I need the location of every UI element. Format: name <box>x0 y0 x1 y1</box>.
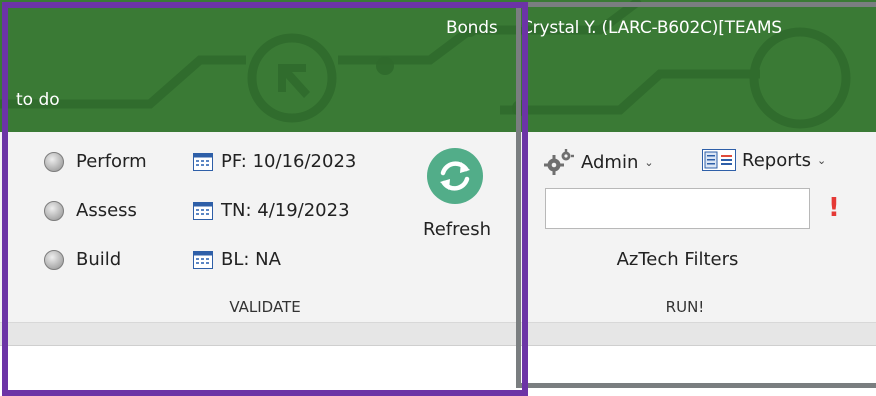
radio-label: Build <box>76 249 122 270</box>
radio-perform[interactable]: Perform <box>44 151 147 172</box>
radio-circle-icon <box>44 249 64 270</box>
date-pf[interactable]: PF: 10/16/2023 <box>193 151 356 172</box>
calendar-icon <box>193 201 213 220</box>
group-label-validate: VALIDATE <box>229 298 301 316</box>
date-label: TN: 4/19/2023 <box>221 200 350 221</box>
user-name-prefix: Bonds <box>446 18 498 38</box>
ribbon-footer-bar <box>0 322 876 346</box>
date-label: BL: NA <box>221 249 281 270</box>
aztech-filter-input[interactable] <box>545 188 810 229</box>
admin-label: Admin <box>581 151 639 173</box>
radio-label: Assess <box>76 200 137 221</box>
calendar-icon <box>193 250 213 269</box>
refresh-label: Refresh <box>423 219 491 240</box>
app-header-banner: Bonds Crystal Y. (LARC-B602C)[TEAMS to do <box>0 0 876 132</box>
radio-build[interactable]: Build <box>44 249 121 270</box>
date-label: PF: 10/16/2023 <box>221 151 357 172</box>
reports-menu[interactable]: Reports ⌄ <box>702 149 826 171</box>
aztech-filters-label: AzTech Filters <box>616 249 739 270</box>
user-name: Crystal Y. (LARC-B602C)[TEAMS <box>521 18 782 38</box>
radio-circle-icon <box>44 151 64 172</box>
radio-assess[interactable]: Assess <box>44 200 137 221</box>
date-bl[interactable]: BL: NA <box>193 249 281 270</box>
chevron-down-icon: ⌄ <box>817 153 827 167</box>
group-label-run: RUN! <box>665 298 705 316</box>
user-identity: Bonds Crystal Y. (LARC-B602C)[TEAMS <box>446 18 782 38</box>
gears-icon <box>544 149 574 175</box>
radio-label: Perform <box>76 151 147 172</box>
todo-label: to do <box>16 90 60 110</box>
refresh-button[interactable]: Refresh <box>412 148 502 252</box>
report-icon <box>702 149 736 171</box>
refresh-icon <box>427 148 483 204</box>
required-alert-icon: ! <box>828 193 840 223</box>
calendar-icon <box>193 152 213 171</box>
radio-circle-icon <box>44 200 64 221</box>
admin-menu[interactable]: Admin ⌄ <box>543 149 654 175</box>
reports-label: Reports <box>742 149 812 171</box>
chevron-down-icon: ⌄ <box>644 155 654 169</box>
date-tn[interactable]: TN: 4/19/2023 <box>193 200 350 221</box>
